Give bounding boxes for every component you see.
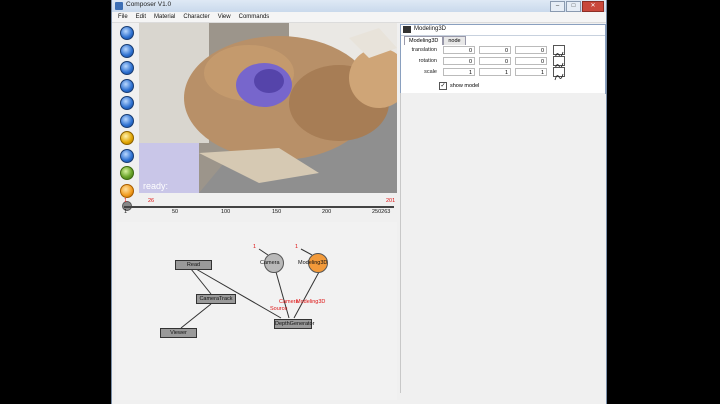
- menu-material[interactable]: Material: [154, 12, 175, 22]
- 3d-viewport[interactable]: ready:: [139, 23, 397, 193]
- tick-label: 250263: [372, 209, 391, 215]
- show-model-check-box[interactable]: ✓: [439, 82, 447, 90]
- timeline-track[interactable]: [124, 206, 394, 208]
- viewport-status: ready:: [143, 181, 169, 191]
- tab-modeling3d[interactable]: Modeling3D: [404, 36, 444, 45]
- camera-badge: 1: [253, 244, 257, 250]
- tick-label: 50: [172, 209, 179, 215]
- menu-view[interactable]: View: [218, 12, 231, 22]
- node-viewer[interactable]: Viewer: [160, 328, 197, 338]
- tick-label: 150: [272, 209, 282, 215]
- show-model-label: show model: [450, 83, 480, 89]
- translation-y-field[interactable]: 0: [479, 46, 511, 54]
- tool-button-2[interactable]: [120, 43, 134, 58]
- window-controls: – □ ✕: [550, 1, 604, 12]
- row-rotation: rotation 0 0 0: [401, 56, 605, 70]
- node-camera-label: Camera: [260, 260, 280, 266]
- panel-tabs: Modeling3D node: [404, 36, 466, 45]
- timeline-current-marker: 26: [148, 198, 155, 204]
- tool-button-6[interactable]: [120, 113, 134, 128]
- rotation-x-field[interactable]: 0: [443, 57, 475, 65]
- tool-button-1[interactable]: [120, 26, 134, 40]
- app-icon: [115, 2, 123, 10]
- maximize-button[interactable]: □: [566, 1, 581, 12]
- tick-label: 100: [221, 209, 231, 215]
- menu-edit[interactable]: Edit: [136, 12, 146, 22]
- point-cloud-view: [139, 23, 397, 193]
- menu-file[interactable]: File: [118, 12, 128, 22]
- node-read[interactable]: Read: [175, 260, 212, 270]
- scale-label: scale: [424, 69, 437, 75]
- properties-empty-area: [400, 93, 605, 393]
- close-button[interactable]: ✕: [582, 1, 604, 12]
- rotation-z-field[interactable]: 0: [515, 57, 547, 65]
- timeline[interactable]: 1 26 201 1 50 100 150 200 250263: [124, 198, 396, 218]
- node-camera-track[interactable]: CameraTrack: [196, 294, 236, 304]
- rotation-label: rotation: [418, 58, 437, 64]
- modeling3d-panel: Modeling3D Modeling3D node translation 0…: [400, 24, 606, 94]
- row-translation: translation 0 0 0: [401, 45, 605, 59]
- tab-node[interactable]: node: [443, 36, 466, 45]
- menu-commands[interactable]: Commands: [239, 12, 270, 22]
- translation-x-field[interactable]: 0: [443, 46, 475, 54]
- row-scale: scale 1 1 1: [401, 67, 605, 81]
- composer-window: Composer V1.0 – □ ✕ File Edit Material C…: [111, 0, 607, 404]
- menu-bar: File Edit Material Character View Comman…: [112, 12, 606, 23]
- scale-z-field[interactable]: 1: [515, 68, 547, 76]
- edge-label-source: Source: [270, 306, 288, 312]
- tool-button-4[interactable]: [120, 78, 134, 93]
- tool-button-9[interactable]: [120, 166, 134, 180]
- node-modeling3d-label: Modeling3D: [298, 260, 328, 266]
- node-depth-generator[interactable]: DepthGenerator: [274, 319, 314, 329]
- show-model-checkbox[interactable]: ✓ show model: [439, 82, 479, 90]
- graph-edges: [180, 248, 320, 329]
- rotation-y-field[interactable]: 0: [479, 57, 511, 65]
- translation-z-field[interactable]: 0: [515, 46, 547, 54]
- tick-label: 1: [124, 209, 128, 215]
- timeline-start-marker: 1: [124, 198, 128, 204]
- panel-icon: [403, 26, 411, 33]
- tool-button-3[interactable]: [120, 61, 134, 75]
- translation-curve-icon[interactable]: [553, 45, 565, 59]
- panel-header: Modeling3D: [401, 25, 605, 36]
- edge-label-modeling: Modeling3D: [296, 299, 326, 305]
- rotation-curve-icon[interactable]: [553, 56, 565, 70]
- timeline-end-marker: 201: [386, 198, 396, 204]
- scale-x-field[interactable]: 1: [443, 68, 475, 76]
- translation-label: translation: [411, 47, 437, 53]
- window-title: Composer V1.0: [126, 1, 172, 8]
- tool-button-10[interactable]: [120, 183, 134, 198]
- tool-button-7[interactable]: [120, 131, 134, 145]
- scale-curve-icon[interactable]: [553, 67, 565, 81]
- tool-button-5[interactable]: [120, 96, 134, 110]
- menu-character[interactable]: Character: [183, 12, 209, 22]
- tool-button-8[interactable]: [120, 148, 134, 163]
- panel-title: Modeling3D: [414, 26, 447, 32]
- minimize-button[interactable]: –: [550, 1, 565, 12]
- scale-y-field[interactable]: 1: [479, 68, 511, 76]
- tool-palette: [116, 24, 138, 211]
- tick-label: 200: [322, 209, 332, 215]
- node-graph[interactable]: Read CameraTrack Viewer DepthGenerator C…: [116, 222, 397, 400]
- modeling-badge: 1: [295, 244, 299, 250]
